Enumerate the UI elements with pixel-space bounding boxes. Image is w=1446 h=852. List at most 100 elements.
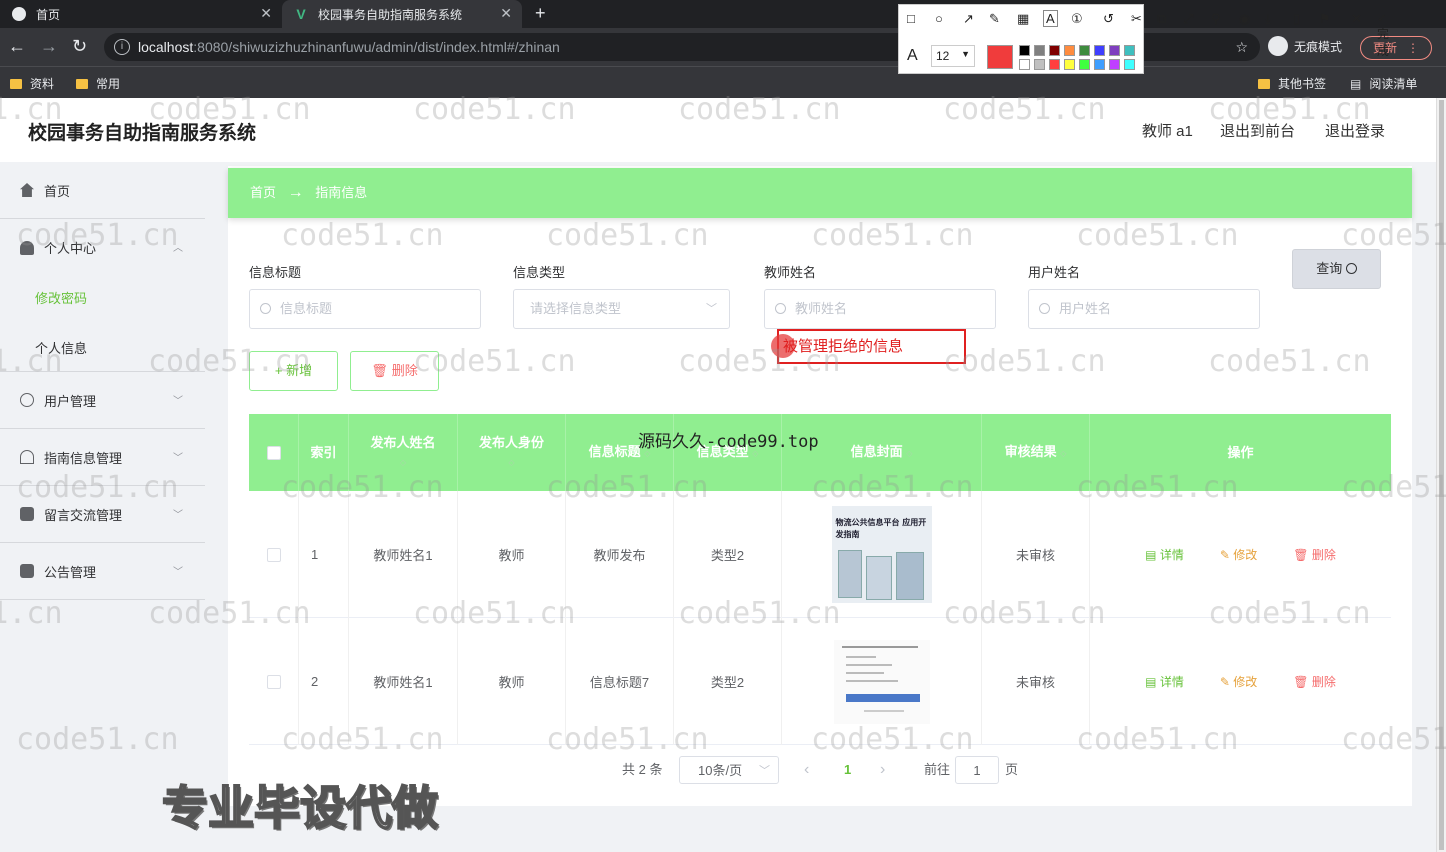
sidebar-item-notice-management[interactable]: 公告管理 ﹀ — [0, 543, 205, 600]
sidebar-item-home[interactable]: 首页 — [0, 162, 205, 219]
pin-icon[interactable]: ⚲ — [1211, 11, 1221, 27]
incognito-indicator[interactable]: 无痕模式 — [1268, 36, 1342, 56]
col-publisher[interactable]: 发布人姓名 ◇ — [349, 414, 458, 491]
reload-icon[interactable]: ↻ — [72, 36, 87, 57]
color-swatch[interactable] — [1064, 45, 1075, 56]
delete-button[interactable]: 🗑 删除 — [350, 351, 439, 391]
sidebar-item-personal-center[interactable]: 个人中心 ︿ — [0, 219, 205, 276]
tab-title: 校园事务自助指南服务系统 — [318, 7, 463, 22]
cover-image[interactable] — [833, 639, 930, 724]
reading-list[interactable]: ▤ 阅读清单 — [1350, 75, 1417, 92]
prev-page-button[interactable]: ‹ — [804, 756, 809, 784]
color-swatch[interactable] — [1034, 45, 1045, 56]
user-search-input[interactable]: 用户姓名 — [1028, 289, 1260, 329]
bookmark-icon[interactable]: ⚑ — [1319, 11, 1331, 27]
sidebar-subitem-personal-info[interactable]: 个人信息 — [35, 338, 87, 357]
close-icon[interactable]: ✕ — [1351, 11, 1362, 27]
bookmark-folder[interactable]: 资料 — [10, 75, 54, 92]
col-review[interactable]: 审核结果 ◇ — [982, 414, 1090, 491]
back-arrow-icon[interactable]: ← — [8, 36, 26, 57]
browser-tab-home[interactable]: 首页 ✕ — [0, 0, 282, 28]
cell-publisher: 教师姓名1 — [349, 618, 458, 745]
color-swatch[interactable] — [1079, 45, 1090, 56]
next-page-button[interactable]: › — [880, 756, 885, 784]
row-delete-button[interactable]: 🗑 删除 — [1293, 673, 1336, 690]
page-size-select[interactable]: 10条/页 ﹀ — [679, 756, 779, 784]
arrow-tool-icon[interactable]: ↗ — [963, 11, 974, 27]
color-swatch[interactable] — [1019, 45, 1030, 56]
detail-button[interactable]: ▤ 详情 — [1145, 546, 1184, 563]
detail-button[interactable]: ▤ 详情 — [1145, 673, 1184, 690]
col-index[interactable]: 索引 — [299, 414, 349, 491]
query-button[interactable]: 查询 — [1292, 249, 1381, 289]
ellipse-tool-icon[interactable]: ○ — [935, 11, 943, 26]
color-swatch[interactable] — [1109, 45, 1120, 56]
update-button[interactable]: 更新 ⋮ — [1360, 36, 1432, 60]
color-swatch[interactable] — [1124, 45, 1135, 56]
undo-icon[interactable]: ↺ — [1103, 11, 1114, 27]
edit-button[interactable]: ✎ 修改 — [1220, 673, 1257, 690]
col-cover[interactable]: 信息封面 ◇ — [782, 414, 982, 491]
new-tab-button[interactable]: + — [535, 3, 546, 24]
goto-page-input[interactable]: 1 — [955, 756, 999, 784]
info-icon[interactable]: i — [114, 39, 130, 55]
sidebar-subitem-change-password[interactable]: 修改密码 — [35, 288, 87, 307]
color-swatch[interactable] — [1079, 59, 1090, 70]
select-all-checkbox[interactable] — [266, 445, 281, 460]
scrollbar-thumb[interactable] — [1439, 100, 1444, 850]
guide-table: 索引 发布人姓名 ◇ 发布人身份 ◇ 信息标题 ◇ 信息类型 ◇ 信息封面 ◇ 审核… — [249, 414, 1391, 746]
color-swatch[interactable] — [1094, 59, 1105, 70]
page-scrollbar[interactable] — [1436, 98, 1446, 852]
scissors-icon[interactable]: ✂ — [1131, 11, 1142, 27]
number-tool-icon[interactable]: ① — [1071, 11, 1083, 27]
close-tab-icon[interactable]: ✕ — [500, 5, 512, 22]
text-tool-icon[interactable]: A — [1043, 10, 1058, 27]
fullscreen-icon[interactable]: ⤢ — [1183, 11, 1193, 27]
page-number-current[interactable]: 1 — [844, 756, 851, 784]
exit-to-front-link[interactable]: 退出到前台 — [1220, 120, 1295, 141]
phone-icon[interactable]: ▯ — [1293, 11, 1300, 27]
table-row[interactable]: 2 教师姓名1 教师 信息标题7 类型2 未审核 ▤ 详情 ✎ 修改 🗑 删除 — [249, 618, 1391, 745]
row-checkbox[interactable] — [266, 547, 281, 562]
done-button[interactable]: ✓ 完成 — [1377, 11, 1389, 59]
selected-color-swatch[interactable] — [987, 45, 1013, 69]
font-size-select[interactable]: 12 ▼ — [931, 45, 975, 67]
color-swatch[interactable] — [1019, 59, 1030, 70]
close-tab-icon[interactable]: ✕ — [260, 5, 272, 22]
col-role[interactable]: 发布人身份 ◇ — [458, 414, 566, 491]
logout-link[interactable]: 退出登录 — [1325, 120, 1385, 141]
color-swatch[interactable] — [1064, 59, 1075, 70]
edit-button[interactable]: ✎ 修改 — [1220, 546, 1257, 563]
col-title[interactable]: 信息标题 ◇ — [566, 414, 674, 491]
row-checkbox[interactable] — [266, 674, 281, 689]
color-swatch[interactable] — [1049, 59, 1060, 70]
pen-tool-icon[interactable]: ✎ — [989, 11, 1000, 27]
add-button[interactable]: + 新增 — [249, 351, 338, 391]
other-bookmarks[interactable]: 其他书签 — [1258, 75, 1326, 92]
forward-arrow-icon[interactable]: → — [40, 36, 58, 57]
record-icon[interactable]: ◉ — [1239, 11, 1250, 27]
download-icon[interactable]: ⤓ — [1265, 11, 1271, 27]
color-swatch[interactable] — [1124, 59, 1135, 70]
bookmark-folder[interactable]: 常用 — [76, 75, 120, 92]
teacher-search-input[interactable]: 教师姓名 — [764, 289, 996, 329]
translate-icon[interactable]: ⧉ — [1157, 11, 1166, 27]
color-swatch[interactable] — [1049, 45, 1060, 56]
rectangle-tool-icon[interactable]: □ — [907, 11, 915, 26]
mosaic-tool-icon[interactable]: ▦ — [1017, 11, 1029, 27]
browser-tab-active[interactable]: V 校园事务自助指南服务系统 ✕ — [282, 0, 522, 28]
row-delete-button[interactable]: 🗑 删除 — [1293, 546, 1336, 563]
color-swatch[interactable] — [1094, 45, 1105, 56]
breadcrumb-home[interactable]: 首页 — [250, 185, 276, 200]
type-select[interactable]: 请选择信息类型 ﹀ — [513, 289, 730, 329]
title-search-input[interactable]: 信息标题 — [249, 289, 481, 329]
color-swatch[interactable] — [1109, 59, 1120, 70]
star-icon[interactable]: ☆ — [1235, 33, 1248, 61]
sidebar-item-message-management[interactable]: 留言交流管理 ﹀ — [0, 486, 205, 543]
table-row[interactable]: 1 教师姓名1 教师 教师发布 类型2 物流公共信息平台 应用开发指南 未审核 … — [249, 491, 1391, 618]
col-type[interactable]: 信息类型 ◇ — [674, 414, 782, 491]
cover-image[interactable]: 物流公共信息平台 应用开发指南 — [831, 506, 932, 603]
color-swatch[interactable] — [1034, 59, 1045, 70]
sidebar-item-guide-management[interactable]: 指南信息管理 ﹀ — [0, 429, 205, 486]
sidebar-item-user-management[interactable]: 用户管理 ﹀ — [0, 372, 205, 429]
